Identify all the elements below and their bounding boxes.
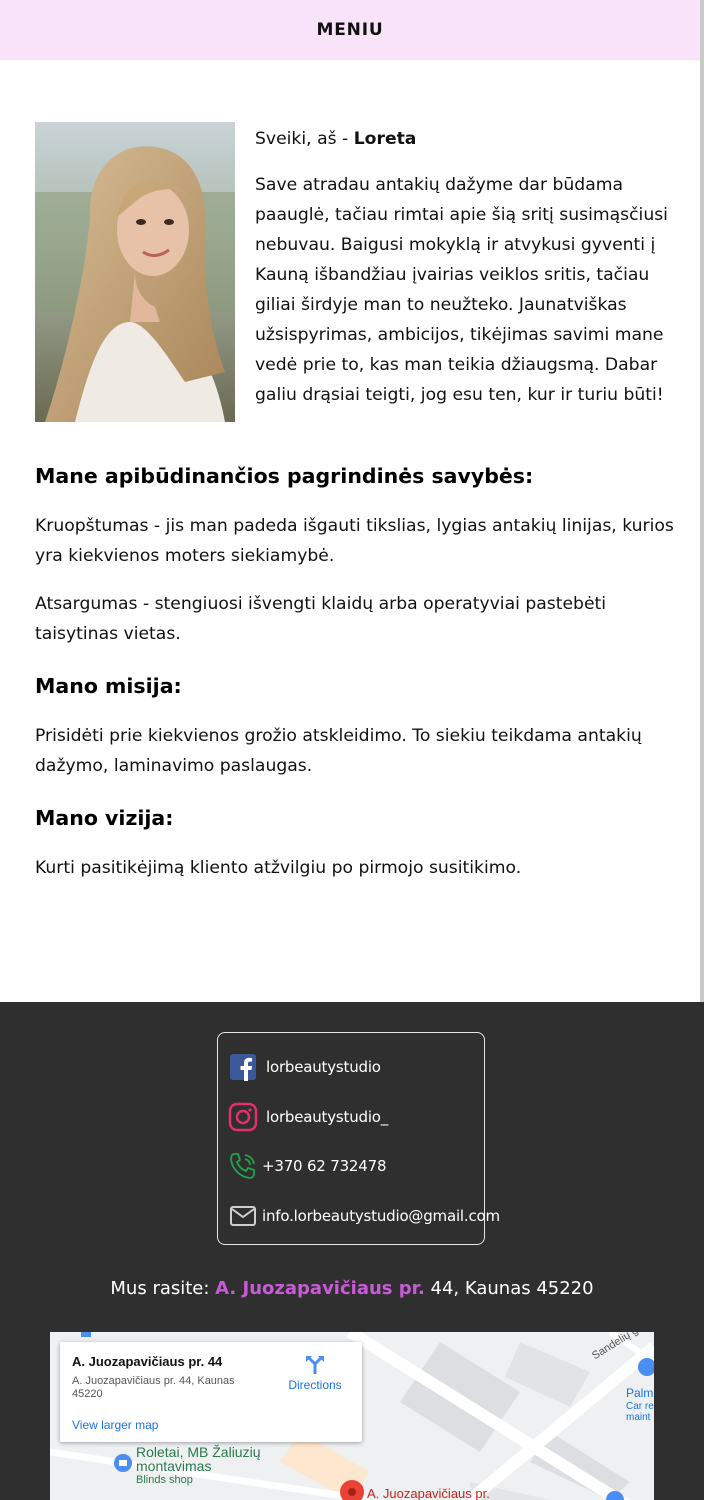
profile-photo-image [35, 122, 235, 422]
mission-text: Prisidėti prie kiekvienos grožio atsklei… [35, 726, 642, 776]
directions-label: Directions [288, 1378, 342, 1392]
map-poi-name[interactable]: Roletai, MB Žaliuzių montavimas [136, 1445, 286, 1473]
directions-button[interactable]: Directions [276, 1350, 354, 1392]
profile-photo [35, 122, 235, 422]
phone-label: +370 62 732478 [262, 1157, 387, 1175]
footer: lorbeautystudio lorbeautystudio_ +370 62… [0, 1002, 704, 1500]
phone-link[interactable]: +370 62 732478 [228, 1151, 386, 1181]
map-poi2-type: Car re maint [626, 1401, 654, 1423]
facebook-icon [228, 1052, 258, 1082]
view-larger-map-link[interactable]: View larger map [72, 1418, 158, 1432]
facebook-label: lorbeautystudio [266, 1058, 381, 1076]
top-navbar: MENIU [0, 0, 700, 60]
instagram-link[interactable]: lorbeautystudio_ [228, 1102, 388, 1132]
email-label: info.lorbeautystudio@gmail.com [262, 1207, 500, 1225]
address-rest: 44, Kaunas 45220 [424, 1278, 594, 1299]
trait-item: Kruopštumas - jis man padeda išgauti tik… [35, 516, 674, 566]
vision-heading: Mano vizija: [35, 806, 174, 830]
greeting-name: Loreta [353, 129, 417, 149]
traits-heading: Mane apibūdinančios pagrindinės savybės: [35, 464, 534, 488]
map-card-title: A. Juozapavičiaus pr. 44 [72, 1354, 223, 1369]
trait-item: Atsargumas - stengiuosi išvengti klaidų … [35, 594, 607, 644]
greeting: Sveiki, aš - Loreta [255, 124, 673, 154]
map-poi2-name[interactable]: Palm [626, 1386, 653, 1400]
address-prefix: Mus rasite: [110, 1278, 216, 1299]
page-scrollbar[interactable] [700, 0, 704, 1002]
facebook-link[interactable]: lorbeautystudio [228, 1052, 381, 1082]
address-street-link[interactable]: A. Juozapavičiaus pr. [215, 1278, 425, 1299]
mail-icon [228, 1201, 258, 1231]
menu-button[interactable]: MENIU [317, 20, 384, 40]
map-info-card: A. Juozapavičiaus pr. 44 A. Juozapavičia… [60, 1342, 362, 1442]
mission-heading: Mano misija: [35, 674, 182, 698]
map-pin-label[interactable]: A. Juozapavičiaus pr. [367, 1486, 490, 1500]
instagram-icon [228, 1102, 258, 1132]
address-line: Mus rasite: A. Juozapavičiaus pr. 44, Ka… [0, 1278, 704, 1299]
contact-box: lorbeautystudio lorbeautystudio_ +370 62… [217, 1032, 500, 1245]
email-link[interactable]: info.lorbeautystudio@gmail.com [228, 1201, 500, 1231]
map-poi-type: Blinds shop [136, 1474, 193, 1486]
google-map[interactable]: Roletai, MB Žaliuzių montavimas Blinds s… [50, 1332, 654, 1500]
intro-section: Sveiki, aš - Loreta Save atradau antakių… [255, 124, 673, 428]
instagram-label: lorbeautystudio_ [266, 1108, 389, 1126]
map-card-address: A. Juozapavičiaus pr. 44, Kaunas 45220 [72, 1375, 235, 1400]
phone-icon [228, 1151, 258, 1181]
directions-icon [306, 1356, 324, 1374]
intro-story: Save atradau antakių dažyme dar būdama p… [255, 175, 668, 405]
vision-text: Kurti pasitikėjimą kliento atžvilgiu po … [35, 858, 522, 878]
greeting-prefix: Sveiki, aš - [255, 129, 354, 149]
